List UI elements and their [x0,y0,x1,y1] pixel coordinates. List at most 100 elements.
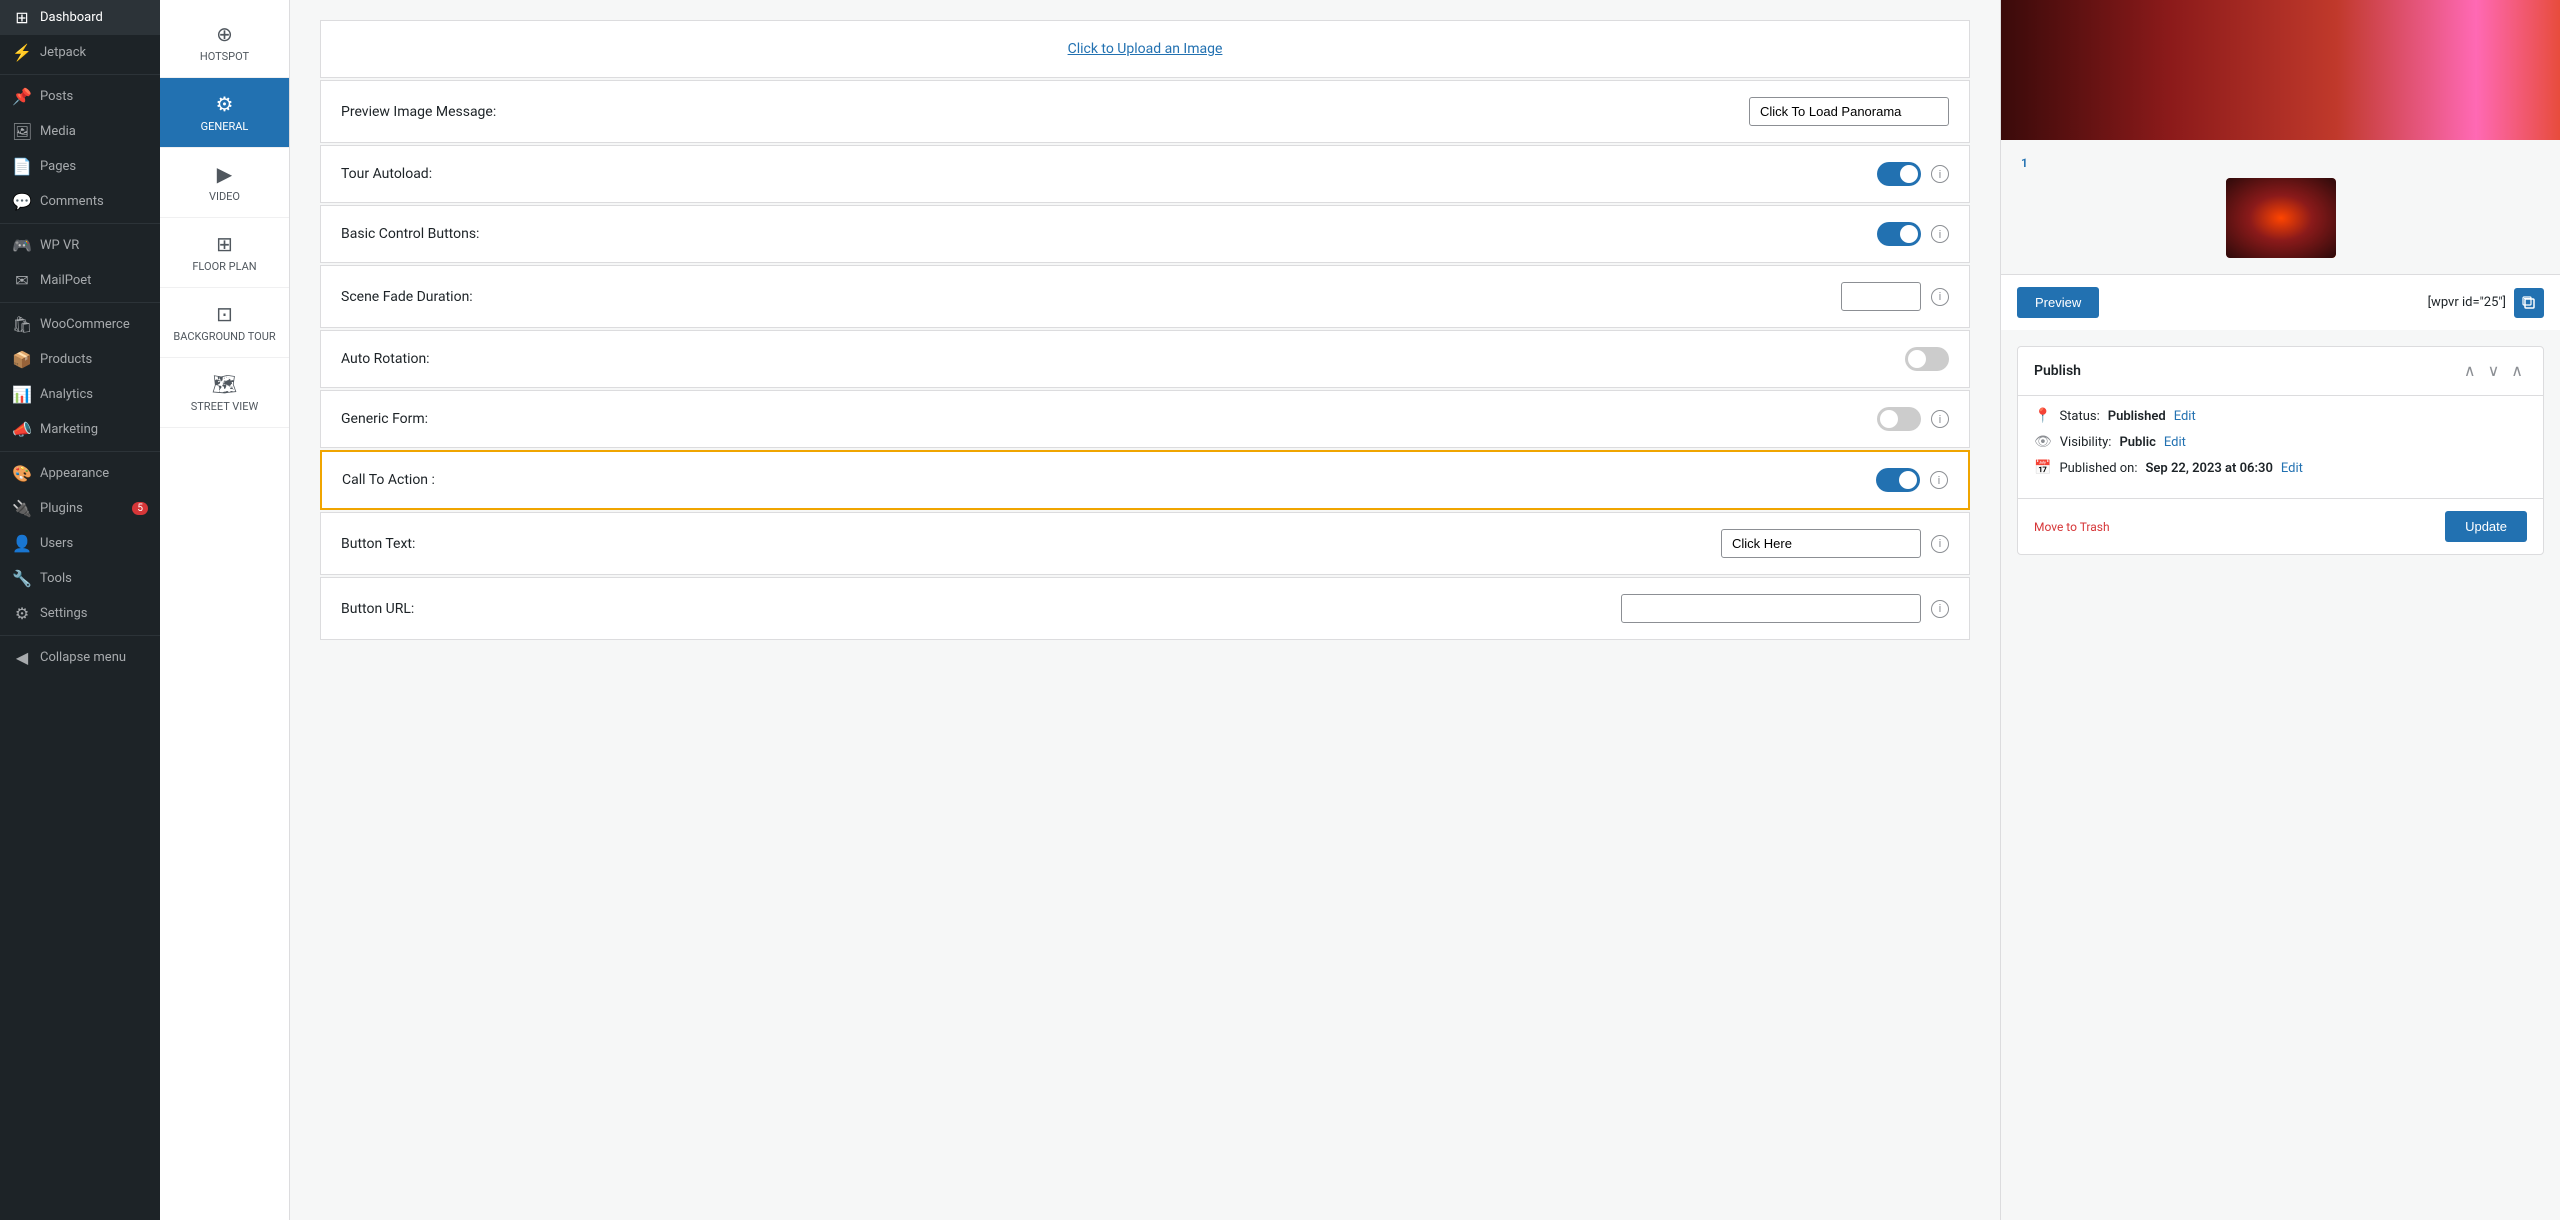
button-url-label: Button URL: [341,601,414,617]
sec-item-streetview[interactable]: 🗺 STREET VIEW [160,358,289,428]
sidebar-item-marketing[interactable]: 📣 Marketing [0,412,160,447]
preview-image-input[interactable] [1749,97,1949,126]
mailpoet-icon: ✉ [12,271,32,290]
sidebar-item-label: WP VR [40,238,79,253]
sidebar-divider [0,635,160,636]
sidebar-item-settings[interactable]: ⚙ Settings [0,596,160,631]
publish-chevron-up[interactable]: ∧ [2460,359,2480,383]
scene-fade-input[interactable] [1841,282,1921,311]
preview-hero-image [2001,0,2560,140]
sidebar-item-label: Marketing [40,422,98,437]
sidebar-item-dashboard[interactable]: ⊞ Dashboard [0,0,160,35]
status-value: Published [2108,409,2166,424]
move-to-trash-link[interactable]: Move to Trash [2034,520,2110,534]
published-edit-link[interactable]: Edit [2281,461,2303,476]
wpvr-icon: 🎮 [12,236,32,255]
sidebar-item-analytics[interactable]: 📊 Analytics [0,377,160,412]
scene-fade-info[interactable]: i [1931,288,1949,306]
publish-chevron-collapse[interactable]: ∧ [2507,359,2527,383]
publish-controls: ∧ ∨ ∧ [2460,359,2527,383]
sec-item-general[interactable]: ⚙ GENERAL [160,78,289,148]
update-button[interactable]: Update [2445,511,2527,542]
sec-item-video[interactable]: ▶ VIDEO [160,148,289,218]
sec-item-label: GENERAL [201,120,249,133]
upload-label: Click to Upload an Image [1068,41,1223,57]
settings-icon: ⚙ [12,604,32,623]
visibility-value: Public [2119,435,2155,450]
comments-icon: 💬 [12,192,32,211]
sec-item-floorplan[interactable]: ⊞ FLOOR PLAN [160,218,289,288]
calendar-icon: 📅 [2034,460,2051,476]
publish-chevron-down[interactable]: ∨ [2484,359,2504,383]
visibility-edit-link[interactable]: Edit [2164,435,2186,450]
media-icon: 🖼 [12,122,32,141]
publish-box: Publish ∧ ∨ ∧ 📍 Status: Published Edit 👁… [2017,346,2544,555]
publish-status-row: 📍 Status: Published Edit [2034,408,2527,424]
collapse-icon: ◀ [12,648,32,667]
button-url-info[interactable]: i [1931,600,1949,618]
status-edit-link[interactable]: Edit [2174,409,2196,424]
upload-area[interactable]: Click to Upload an Image [320,20,1970,78]
sidebar-item-label: Comments [40,194,104,209]
sidebar-item-comments[interactable]: 💬 Comments [0,184,160,219]
sidebar-item-wpvr[interactable]: 🎮 WP VR [0,228,160,263]
copy-shortcode-button[interactable] [2514,288,2544,318]
button-url-input[interactable] [1621,594,1921,623]
sidebar-item-label: Settings [40,606,87,621]
sidebar-item-label: Jetpack [40,45,86,60]
generic-form-right: i [1877,407,1949,431]
sidebar-item-tools[interactable]: 🔧 Tools [0,561,160,596]
tools-icon: 🔧 [12,569,32,588]
sidebar-item-posts[interactable]: 📌 Posts [0,79,160,114]
sec-item-hotspot[interactable]: ⊕ HOTSPOT [160,8,289,78]
bgtour-icon: ⊡ [216,302,233,326]
sidebar-item-users[interactable]: 👤 Users [0,526,160,561]
sidebar-item-appearance[interactable]: 🎨 Appearance [0,456,160,491]
sec-item-label: VIDEO [209,190,240,203]
thumbnail-badge: 1 [2017,156,2028,170]
sidebar-item-mailpoet[interactable]: ✉ MailPoet [0,263,160,298]
auto-rotation-toggle[interactable] [1905,347,1949,371]
sidebar-item-label: Users [40,536,73,551]
preview-button[interactable]: Preview [2017,287,2099,318]
basic-control-right: i [1877,222,1949,246]
sidebar-item-products[interactable]: 📦 Products [0,342,160,377]
video-icon: ▶ [217,162,232,186]
posts-icon: 📌 [12,87,32,106]
sidebar-item-woocommerce[interactable]: 🛍 WooCommerce [0,307,160,342]
publish-body: 📍 Status: Published Edit 👁 Visibility: P… [2018,396,2543,498]
scene-fade-label: Scene Fade Duration: [341,289,473,305]
arrow-annotation: ➜ [290,461,292,499]
scene-fade-right: i [1841,282,1949,311]
tour-autoload-toggle[interactable] [1877,162,1921,186]
sec-item-bgtour[interactable]: ⊡ BACKGROUND TOUR [160,288,289,358]
generic-form-info[interactable]: i [1931,410,1949,428]
tour-autoload-info[interactable]: i [1931,165,1949,183]
appearance-icon: 🎨 [12,464,32,483]
sidebar: ⊞ Dashboard ⚡ Jetpack 📌 Posts 🖼 Media 📄 … [0,0,160,1220]
woocommerce-icon: 🛍 [12,315,32,334]
published-date: Sep 22, 2023 at 06:30 [2146,461,2273,476]
button-text-info[interactable]: i [1931,535,1949,553]
sidebar-item-label: Media [40,124,76,139]
call-to-action-toggle[interactable] [1876,468,1920,492]
button-text-input[interactable] [1721,529,1921,558]
sidebar-item-collapse[interactable]: ◀ Collapse menu [0,640,160,675]
sidebar-item-pages[interactable]: 📄 Pages [0,149,160,184]
sidebar-item-label: WooCommerce [40,317,130,332]
call-to-action-info[interactable]: i [1930,471,1948,489]
button-text-row: Button Text: i [320,512,1970,575]
generic-form-toggle[interactable] [1877,407,1921,431]
button-url-right: i [1621,594,1949,623]
sidebar-item-jetpack[interactable]: ⚡ Jetpack [0,35,160,70]
basic-control-label: Basic Control Buttons: [341,226,479,242]
sidebar-item-media[interactable]: 🖼 Media [0,114,160,149]
generic-form-label: Generic Form: [341,411,428,427]
sidebar-item-label: Collapse menu [40,650,126,665]
sidebar-item-plugins[interactable]: 🔌 Plugins 5 [0,491,160,526]
thumbnail-section: 1 [2001,140,2560,274]
call-to-action-slider [1876,468,1920,492]
basic-control-toggle[interactable] [1877,222,1921,246]
general-icon: ⚙ [216,92,234,116]
basic-control-info[interactable]: i [1931,225,1949,243]
